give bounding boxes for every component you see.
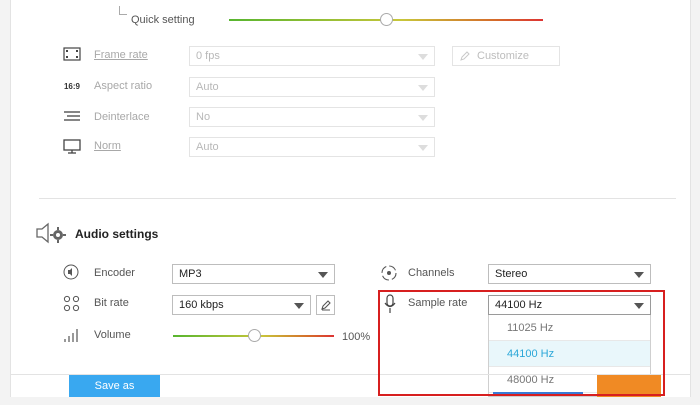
quick-setting-bracket <box>119 6 127 15</box>
highlight-box <box>378 290 665 396</box>
quick-setting-label: Quick setting <box>131 14 195 26</box>
audio-settings-icon <box>35 222 69 244</box>
encoder-select[interactable]: MP3 <box>172 264 335 284</box>
bit-rate-select[interactable]: 160 kbps <box>172 295 311 315</box>
norm-select: Auto <box>189 137 435 157</box>
channels-value: Stereo <box>495 268 528 280</box>
bit-rate-edit-button[interactable] <box>316 295 335 315</box>
frame-rate-value: 0 fps <box>196 50 220 62</box>
customize-button: Customize <box>452 46 560 66</box>
quick-setting-slider-thumb[interactable] <box>380 13 393 26</box>
chevron-down-icon <box>418 54 428 60</box>
settings-panel: Quick setting Frame rate 0 fps Customize… <box>10 0 691 397</box>
frame-rate-label[interactable]: Frame rate <box>94 49 148 61</box>
norm-value: Auto <box>196 141 219 153</box>
save-as-button[interactable]: Save as <box>69 375 160 397</box>
aspect-ratio-label: Aspect ratio <box>94 80 153 92</box>
chevron-down-icon <box>634 272 644 278</box>
volume-bars-icon <box>63 327 81 342</box>
volume-slider-thumb[interactable] <box>247 329 261 342</box>
pencil-icon <box>320 299 332 311</box>
chevron-down-icon <box>418 115 428 121</box>
deinterlace-select: No <box>189 107 435 127</box>
encoder-label: Encoder <box>94 267 135 279</box>
chevron-down-icon <box>418 145 428 151</box>
chevron-down-icon <box>318 272 328 278</box>
channels-label: Channels <box>408 267 455 279</box>
channels-icon <box>380 264 398 282</box>
customize-label: Customize <box>477 50 529 62</box>
deinterlace-value: No <box>196 111 211 123</box>
deinterlace-icon <box>63 110 81 122</box>
aspect-ratio-select: Auto <box>189 77 435 97</box>
chevron-down-icon <box>418 85 428 91</box>
encoder-value: MP3 <box>179 268 202 280</box>
volume-value: 100% <box>342 331 371 343</box>
pencil-icon <box>459 50 471 62</box>
film-icon <box>63 47 81 61</box>
bit-rate-label: Bit rate <box>94 297 129 309</box>
bit-rate-icon <box>63 295 80 312</box>
norm-label[interactable]: Norm <box>94 140 121 152</box>
aspect-ratio-icon: 16:9 <box>63 81 80 91</box>
channels-select[interactable]: Stereo <box>488 264 651 284</box>
frame-rate-select: 0 fps <box>189 46 435 66</box>
deinterlace-label: Deinterlace <box>94 111 150 123</box>
bit-rate-value: 160 kbps <box>179 299 224 311</box>
chevron-down-icon <box>294 303 304 309</box>
speaker-icon <box>63 264 79 280</box>
audio-settings-title: Audio settings <box>75 227 159 241</box>
section-divider <box>39 198 676 199</box>
aspect-ratio-value: Auto <box>196 81 219 93</box>
volume-label: Volume <box>94 329 131 341</box>
monitor-icon <box>63 139 81 154</box>
